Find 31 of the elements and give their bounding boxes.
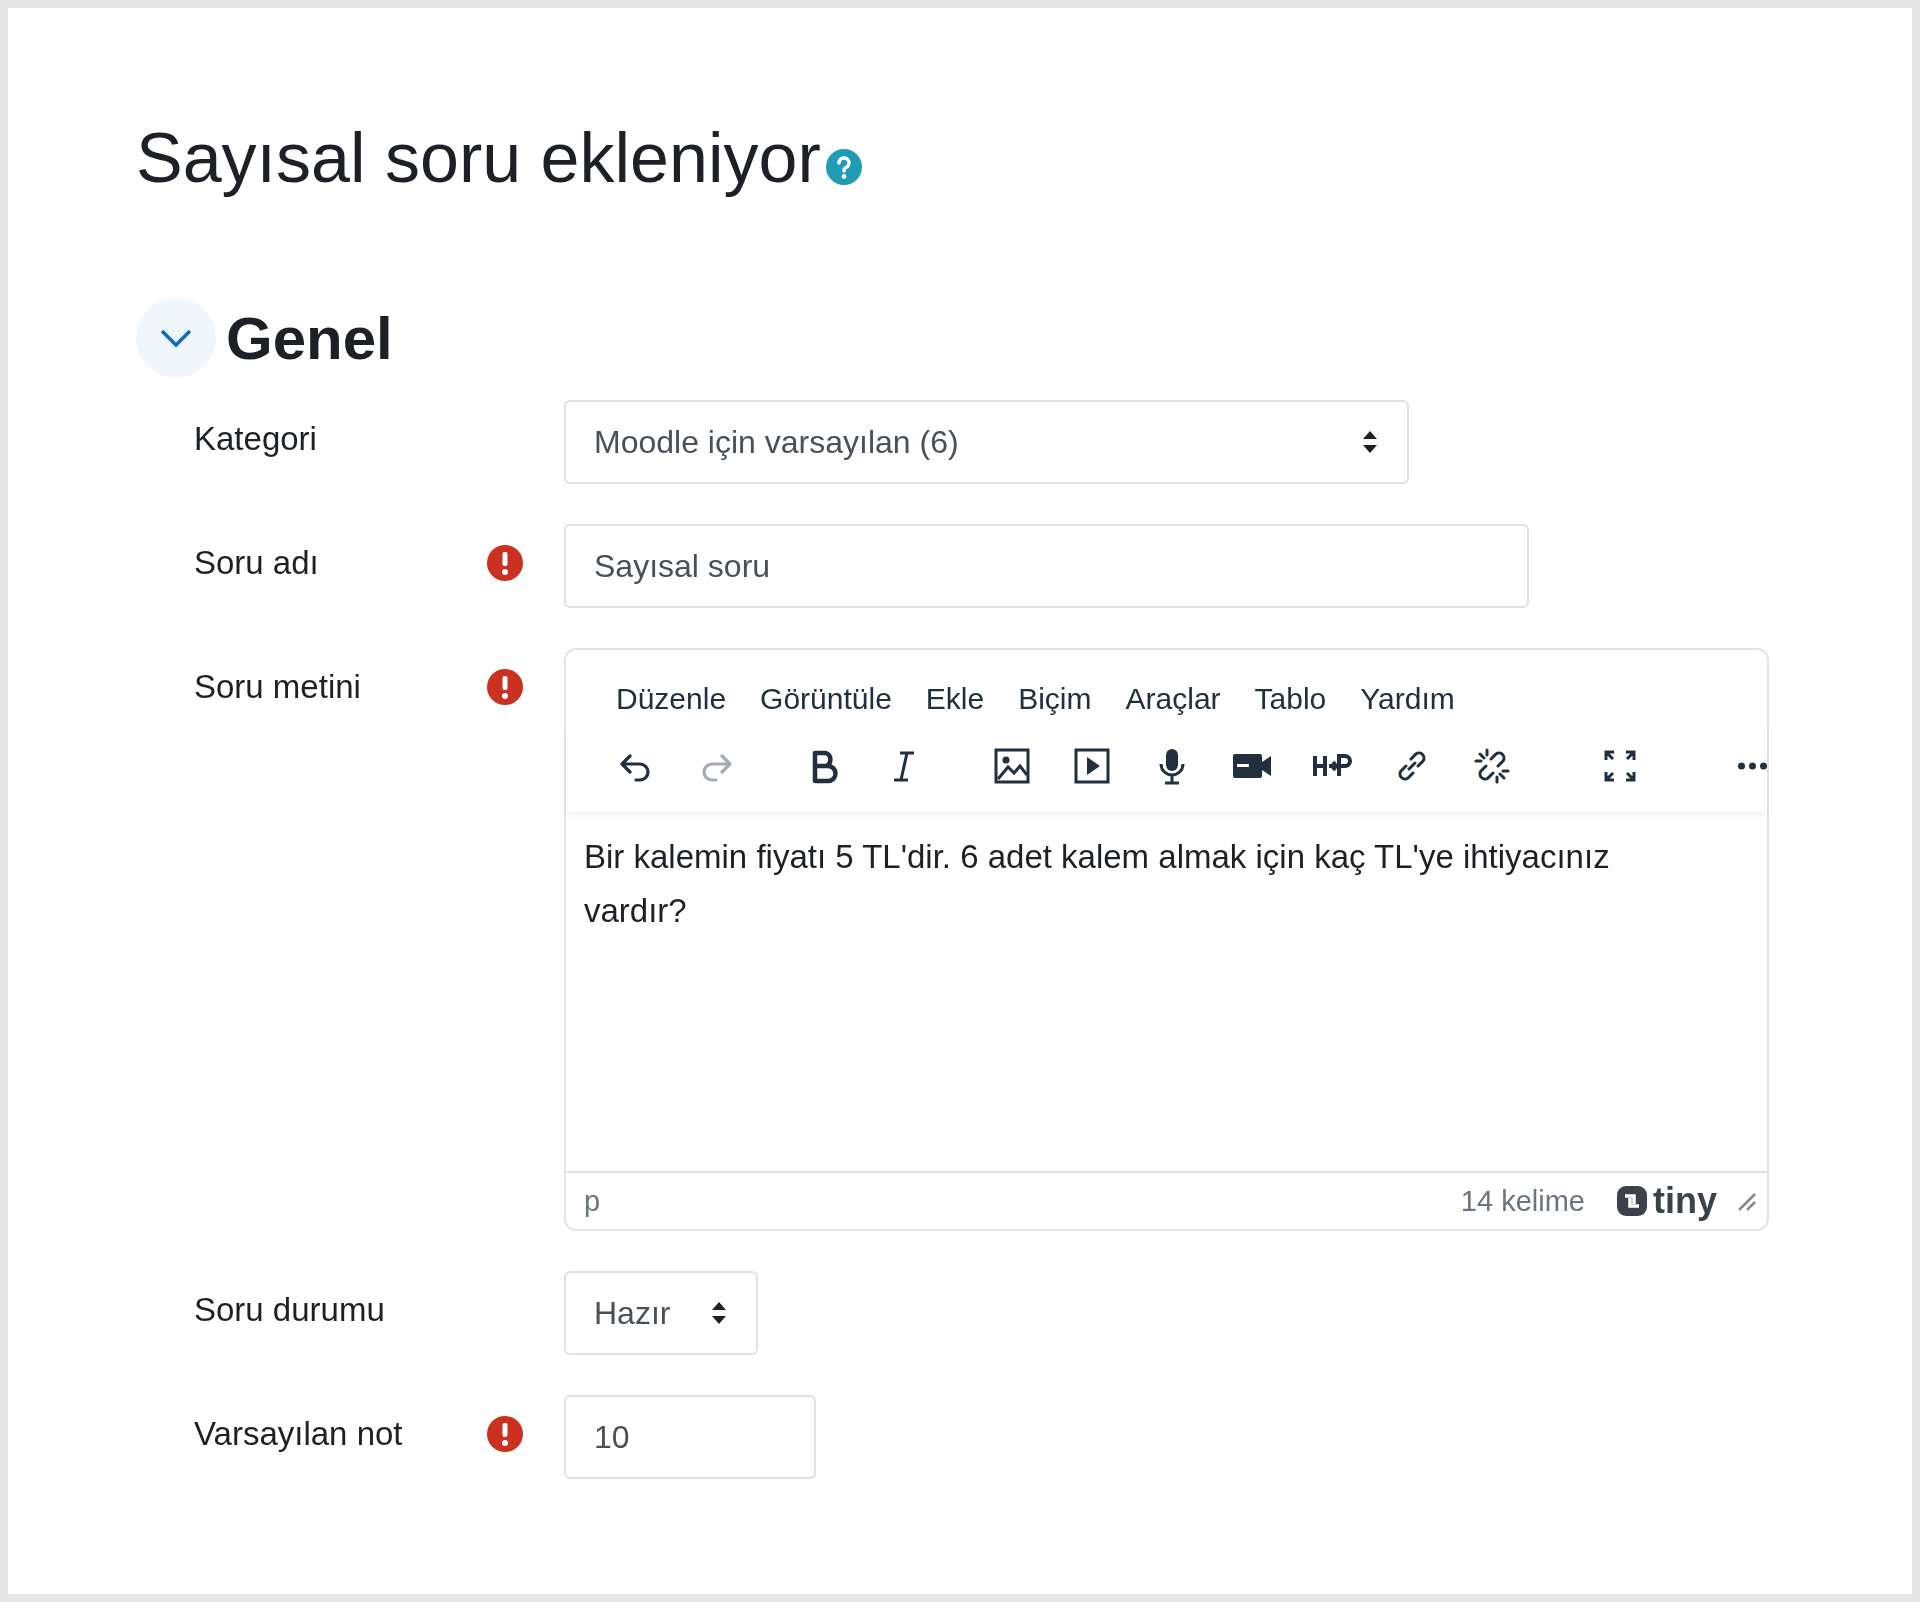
help-icon[interactable] (824, 148, 863, 186)
field-label: Varsayılan not (194, 1414, 403, 1453)
image-icon (992, 746, 1032, 786)
select-field[interactable]: Hazır (564, 1271, 759, 1355)
menu-item[interactable]: Görüntüle (746, 674, 906, 724)
play-icon (1072, 746, 1112, 786)
word-count: 14 kelime (1460, 1184, 1585, 1218)
element-path[interactable]: p (584, 1184, 601, 1218)
menu-item[interactable]: Ekle (911, 674, 999, 724)
menu-item[interactable]: Araçlar (1111, 674, 1235, 724)
text-field[interactable]: 10 (564, 1395, 816, 1479)
select-arrows-icon (710, 1300, 729, 1326)
text-field[interactable]: Sayısal soru (564, 524, 1529, 608)
brand-name[interactable]: tiny (1653, 1180, 1717, 1222)
menu-item[interactable]: Düzenle (602, 674, 741, 724)
page-title: Sayısal soru ekleniyor (136, 118, 821, 198)
menu-item[interactable]: Tablo (1240, 674, 1341, 724)
select-arrows-icon (1361, 429, 1379, 455)
section-title: Genel (226, 303, 393, 373)
broken-link-icon (1472, 746, 1512, 786)
field-label: Soru durumu (194, 1290, 385, 1329)
chevron-down-icon (159, 328, 193, 348)
select-field[interactable]: Moodle için varsayılan (6) (564, 400, 1409, 484)
menu-item[interactable]: Biçim (1004, 674, 1106, 724)
menu-item[interactable]: Yardım (1346, 674, 1469, 724)
field-label: Kategori (194, 419, 317, 458)
more-icon (1736, 762, 1768, 770)
logo-icon (1615, 1184, 1649, 1218)
editor-content[interactable]: Bir kalemin fiyatı 5 TL'dir. 6 adet kalem almak için kaç TL'ye ihtiyacınız vardır? (566, 812, 1767, 1171)
field-label: Soru metini (194, 667, 361, 706)
field-label: Soru adı (194, 543, 319, 582)
